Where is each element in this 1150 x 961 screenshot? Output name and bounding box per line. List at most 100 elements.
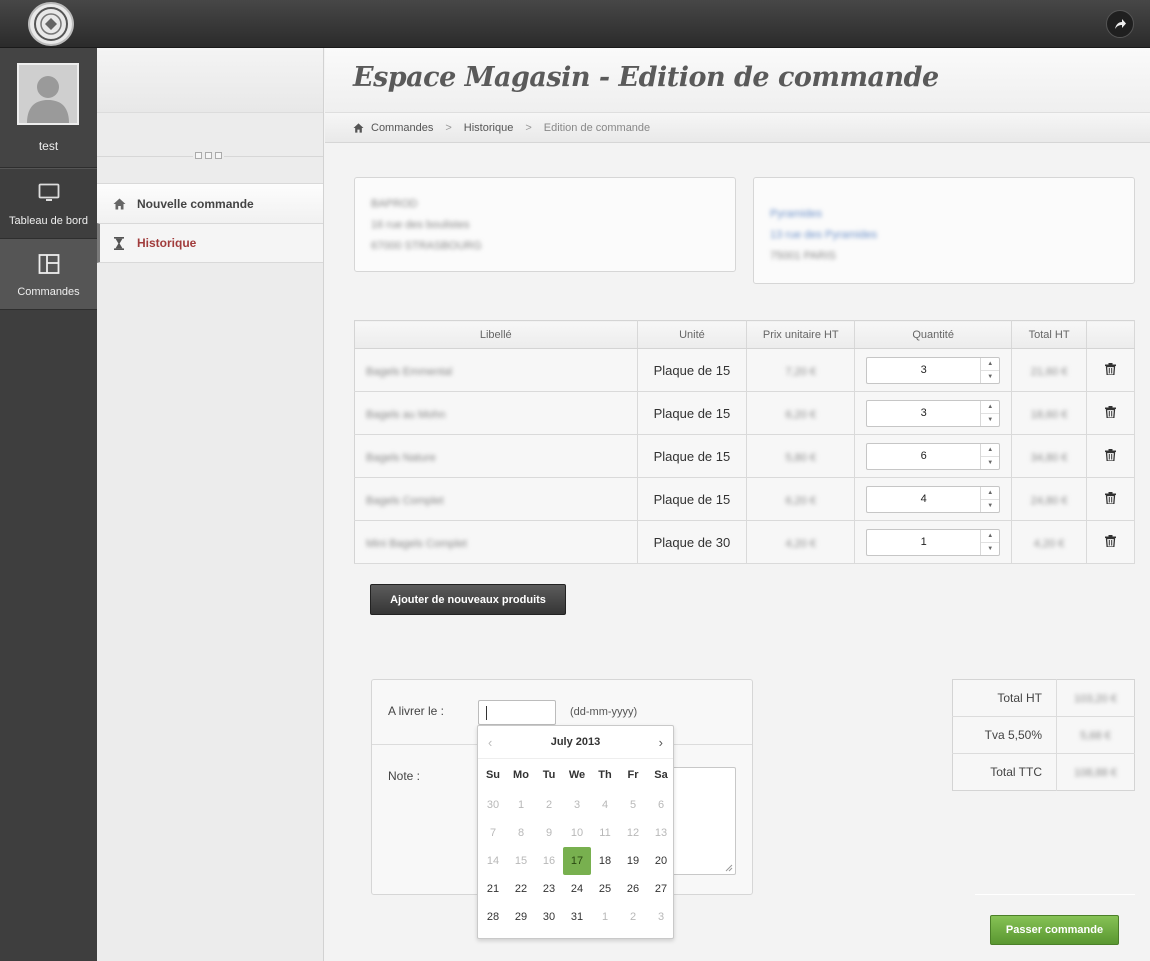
datepicker-day[interactable]: 6 [647,791,675,819]
trash-icon[interactable] [1105,405,1117,421]
breadcrumb-link-orders[interactable]: Commandes [371,122,433,134]
quantity-value[interactable]: 6 [867,444,980,469]
trash-icon[interactable] [1105,362,1117,378]
top-bar [0,0,1150,48]
datepicker-day[interactable]: 28 [479,903,507,931]
home-icon [111,198,127,210]
address-line: Pyramides [770,208,822,220]
quantity-stepper[interactable]: 1 ▲ ▼ [866,528,1001,556]
datepicker-popup: ‹ July 2013 › Su Mo Tu We Th Fr Sa 30 1 2 3… [477,725,674,939]
datepicker-day[interactable]: 2 [619,903,647,931]
total-ht-value: 103,20 € [1074,693,1117,705]
delivery-date-input[interactable] [478,700,556,725]
datepicker-day[interactable]: 16 [535,847,563,875]
weekday-header: We [568,769,586,781]
trash-icon[interactable] [1105,534,1117,550]
add-products-button[interactable]: Ajouter de nouveaux produits [370,584,566,615]
product-unit: Plaque de 15 [637,391,748,435]
unit-price: 7,20 € [785,365,817,378]
submenu-item-new-order[interactable]: Nouvelle commande [97,183,323,223]
datepicker-day[interactable]: 10 [563,819,591,847]
spin-down-icon[interactable]: ▼ [981,414,999,426]
quantity-value[interactable]: 3 [867,358,980,383]
datepicker-day[interactable]: 22 [507,875,535,903]
breadcrumb: Commandes > Historique > Edition de comm… [325,113,1150,143]
product-label: Bagels au Mohn [366,408,446,421]
brand-seal-icon[interactable] [28,2,74,46]
address-line: 16 rue des boulistes [371,219,470,231]
sidebar-item-label: Tableau de bord [9,215,88,227]
product-unit: Plaque de 15 [637,434,748,478]
datepicker-day[interactable]: 30 [479,791,507,819]
datepicker-day[interactable]: 19 [619,847,647,875]
datepicker-day[interactable]: 8 [507,819,535,847]
datepicker-day[interactable]: 23 [535,875,563,903]
spin-up-icon[interactable]: ▲ [981,444,1000,457]
breadcrumb-link-history[interactable]: Historique [464,122,514,134]
datepicker-day[interactable]: 11 [591,819,619,847]
spin-up-icon[interactable]: ▲ [981,401,1000,414]
datepicker-day[interactable]: 31 [563,903,591,931]
quantity-value[interactable]: 1 [867,530,980,555]
datepicker-day[interactable]: 3 [563,791,591,819]
submit-order-button[interactable]: Passer commande [990,915,1119,945]
datepicker-day[interactable]: 1 [507,791,535,819]
trash-icon[interactable] [1105,448,1117,464]
datepicker-day[interactable]: 15 [507,847,535,875]
avatar[interactable] [17,63,79,125]
submenu-separator [97,113,323,183]
submenu-item-label: Nouvelle commande [137,196,254,211]
quantity-value[interactable]: 3 [867,401,980,426]
datepicker-day[interactable]: 26 [619,875,647,903]
datepicker-day[interactable]: 14 [479,847,507,875]
datepicker-day[interactable]: 25 [591,875,619,903]
quantity-stepper[interactable]: 3 ▲ ▼ [866,399,1001,427]
quantity-value[interactable]: 4 [867,487,980,512]
datepicker-day[interactable]: 24 [563,875,591,903]
quantity-stepper[interactable]: 4 ▲ ▼ [866,485,1001,513]
datepicker-day[interactable]: 4 [591,791,619,819]
trash-icon[interactable] [1105,491,1117,507]
weekday-header: Fr [627,769,639,781]
datepicker-day[interactable]: 1 [591,903,619,931]
next-month-icon[interactable]: › [659,735,663,750]
datepicker-day[interactable]: 30 [535,903,563,931]
datepicker-day[interactable]: 2 [535,791,563,819]
line-total: 4,20 € [1033,537,1065,550]
tva-label: Tva 5,50% [952,716,1057,754]
spin-down-icon[interactable]: ▼ [981,543,999,555]
quantity-stepper[interactable]: 6 ▲ ▼ [866,442,1001,470]
datepicker-day[interactable]: 9 [535,819,563,847]
quantity-stepper[interactable]: 3 ▲ ▼ [866,356,1001,384]
submenu-item-history[interactable]: Historique [97,223,323,263]
user-block: test [0,48,97,168]
spin-up-icon[interactable]: ▲ [981,530,1000,543]
datepicker-day[interactable]: 17 [563,847,591,875]
datepicker-day[interactable]: 12 [619,819,647,847]
datepicker-day[interactable]: 27 [647,875,675,903]
sidebar-item-dashboard[interactable]: Tableau de bord [0,168,97,239]
spin-down-icon[interactable]: ▼ [981,457,999,469]
hourglass-icon [111,236,127,250]
spin-down-icon[interactable]: ▼ [981,500,999,512]
datepicker-month-title[interactable]: July 2013 [551,736,601,748]
sidebar-item-orders[interactable]: Commandes [0,239,97,310]
spin-up-icon[interactable]: ▲ [981,487,1000,500]
datepicker-day[interactable]: 13 [647,819,675,847]
datepicker-day[interactable]: 18 [591,847,619,875]
datepicker-header: ‹ July 2013 › [478,726,673,759]
column-header [1086,320,1135,349]
share-arrow-icon[interactable] [1106,10,1134,38]
datepicker-day[interactable]: 5 [619,791,647,819]
datepicker-day[interactable]: 21 [479,875,507,903]
table-row: Mini Bagels Complet Plaque de 30 4,20 € … [354,520,1135,564]
datepicker-day[interactable]: 20 [647,847,675,875]
prev-month-icon[interactable]: ‹ [488,735,492,750]
datepicker-day[interactable]: 3 [647,903,675,931]
spin-up-icon[interactable]: ▲ [981,358,1000,371]
datepicker-day[interactable]: 29 [507,903,535,931]
spin-down-icon[interactable]: ▼ [981,371,999,383]
totals-row: Total TTC 108,88 € [952,753,1135,791]
resize-grip-icon[interactable] [725,864,733,872]
datepicker-day[interactable]: 7 [479,819,507,847]
